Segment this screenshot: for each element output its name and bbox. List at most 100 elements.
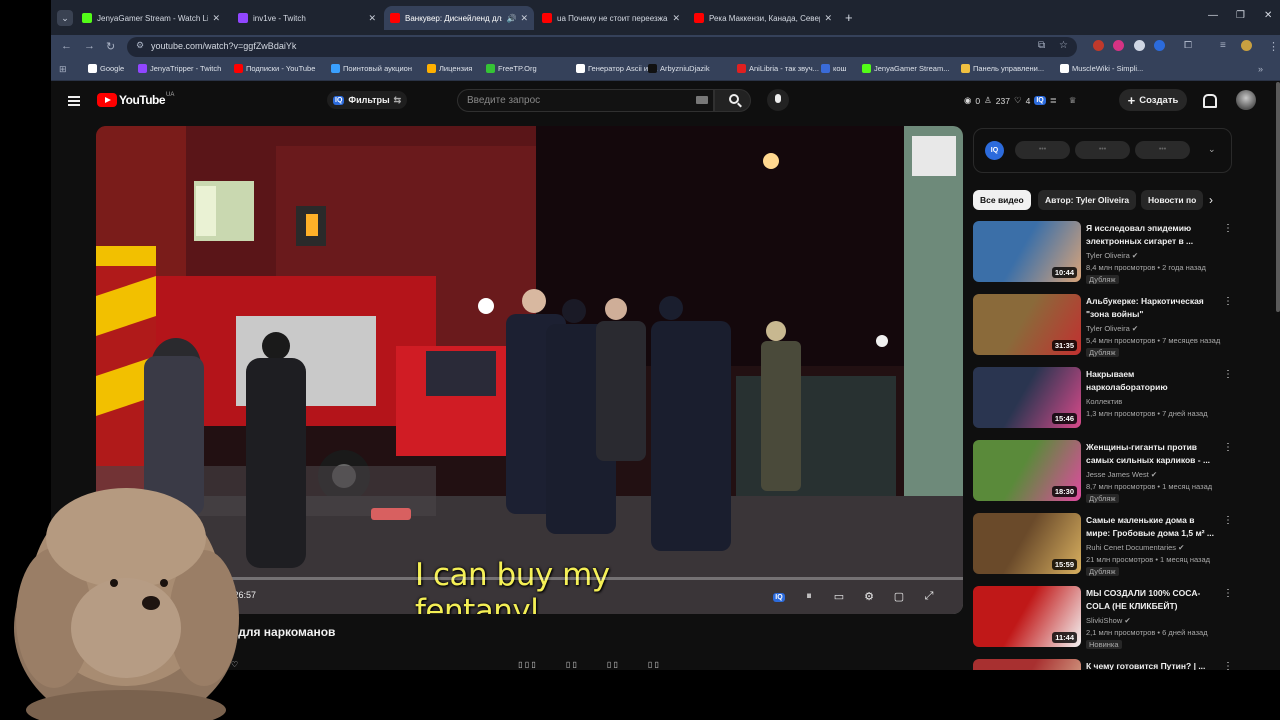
maximize-icon[interactable]: ❐ bbox=[1236, 10, 1245, 21]
reload-icon[interactable]: ↻ bbox=[106, 40, 115, 53]
forward-icon[interactable]: → bbox=[84, 40, 95, 52]
medal-icon[interactable]: ♕ bbox=[1069, 95, 1077, 106]
close-window-icon[interactable]: ✕ bbox=[1264, 10, 1272, 21]
settings-gear-icon[interactable]: ⚙ bbox=[860, 590, 878, 603]
profile-avatar-icon[interactable] bbox=[1241, 40, 1252, 51]
url-text[interactable]: youtube.com/watch?v=ggfZwBdaiYk bbox=[151, 41, 296, 51]
bookmark-item[interactable]: кош bbox=[821, 64, 847, 73]
chip-author[interactable]: Автор: Tyler Oliveira bbox=[1038, 190, 1137, 210]
bookmark-item[interactable]: JenyaTripper - Twitch bbox=[138, 64, 221, 73]
extensions-puzzle-icon[interactable]: ⧠ bbox=[1184, 40, 1192, 51]
video-title-link[interactable]: Самые маленькие дома в мире: Гробовые до… bbox=[1086, 514, 1216, 540]
voice-search-button[interactable] bbox=[767, 89, 789, 111]
guide-menu-icon[interactable] bbox=[68, 96, 80, 108]
video-thumbnail[interactable]: 15:59 bbox=[973, 513, 1081, 574]
bookmark-item[interactable]: AniLibria - так звуч... bbox=[737, 64, 819, 73]
new-tab-button[interactable]: + bbox=[845, 10, 853, 25]
recommended-video[interactable]: 15:59 Самые маленькие дома в мире: Гробов… bbox=[973, 513, 1233, 579]
channel-name[interactable]: SlivkiShow ✔ bbox=[1086, 616, 1131, 625]
browser-tab[interactable]: inv1ve - Twitch ✕ bbox=[232, 6, 382, 30]
channel-name[interactable]: Tyler Oliveira ✔ bbox=[1086, 251, 1138, 260]
recommended-video[interactable]: 11:44 МЫ СОЗДАЛИ 100% COCA-COLA (НЕ КЛИКБ… bbox=[973, 586, 1233, 652]
filters-button[interactable]: IQ Фильтры ⇆ bbox=[327, 91, 408, 109]
video-title-link[interactable]: К чему готовится Путин? | ... bbox=[1086, 660, 1216, 670]
video-thumbnail[interactable] bbox=[973, 659, 1081, 670]
recommended-video[interactable]: 31:35 Альбукерке: Наркотическая "зона вой… bbox=[973, 294, 1233, 360]
site-info-icon[interactable]: ⚙ bbox=[136, 40, 144, 51]
tab-close-icon[interactable]: ✕ bbox=[824, 13, 832, 24]
theater-mode-icon[interactable]: ▢ bbox=[890, 590, 908, 603]
keyboard-icon[interactable] bbox=[696, 96, 708, 104]
extension-icon-3[interactable] bbox=[1134, 40, 1145, 51]
action-placeholder-4[interactable]: ▯ ▯ bbox=[648, 660, 659, 669]
bookmark-item[interactable]: ArbyzniuDjazik bbox=[648, 64, 710, 73]
scrollbar[interactable] bbox=[1276, 82, 1280, 312]
bookmark-item[interactable]: Лицензия bbox=[427, 64, 472, 73]
bookmark-item[interactable]: Генератор Ascii из... bbox=[576, 64, 658, 73]
video-title-link[interactable]: Альбукерке: Наркотическая "зона войны" bbox=[1086, 295, 1216, 321]
video-title-link[interactable]: МЫ СОЗДАЛИ 100% COCA-COLA (НЕ КЛИКБЕЙТ) bbox=[1086, 587, 1216, 613]
chip-news[interactable]: Новости по bbox=[1141, 190, 1204, 210]
bookmark-item[interactable]: MuscleWiki - Simpli... bbox=[1060, 64, 1143, 73]
more-bookmarks-icon[interactable]: » bbox=[1258, 64, 1263, 74]
bookmark-item[interactable]: FreeTP.Org bbox=[486, 64, 537, 73]
extension-pill-3[interactable]: ••• bbox=[1135, 141, 1190, 159]
account-avatar[interactable] bbox=[1236, 90, 1256, 110]
bookmark-item[interactable]: Google bbox=[88, 64, 124, 73]
extension-pill-1[interactable]: ••• bbox=[1015, 141, 1070, 159]
more-actions-icon[interactable]: ⋮ bbox=[1223, 442, 1233, 453]
sidebar-icon[interactable]: ≡ bbox=[1220, 40, 1226, 51]
iq-logo-icon[interactable]: IQ bbox=[985, 141, 1004, 160]
tab-close-icon[interactable]: ✕ bbox=[368, 13, 376, 24]
more-actions-icon[interactable]: ⋮ bbox=[1223, 588, 1233, 599]
more-actions-icon[interactable]: ⋮ bbox=[1223, 296, 1233, 307]
youtube-logo[interactable]: YouTube UA bbox=[97, 92, 174, 107]
video-title-link[interactable]: Женщины-гиганты против самых сильных кар… bbox=[1086, 441, 1216, 467]
channel-name[interactable]: Коллектив bbox=[1086, 397, 1122, 406]
extension-icon-1[interactable] bbox=[1093, 40, 1104, 51]
back-icon[interactable]: ← bbox=[61, 40, 72, 52]
browser-tab[interactable]: ua Почему не стоит переезжа ✕ bbox=[536, 6, 686, 30]
browser-menu-icon[interactable]: ⋮ bbox=[1268, 40, 1279, 53]
minimize-icon[interactable]: — bbox=[1208, 10, 1218, 21]
chip-all-videos[interactable]: Все видео bbox=[973, 190, 1031, 210]
video-title-link[interactable]: Я исследовал эпидемию электронных сигаре… bbox=[1086, 222, 1216, 248]
video-thumbnail[interactable]: 15:46 bbox=[973, 367, 1081, 428]
more-actions-icon[interactable]: ⋮ bbox=[1223, 661, 1233, 670]
iq-player-icon[interactable]: IQ bbox=[770, 590, 788, 602]
fullscreen-icon[interactable]: ⤢ bbox=[920, 590, 938, 603]
browser-tab[interactable]: Ванкувер: Диснейленд для 🔊 ✕ bbox=[384, 6, 534, 30]
more-actions-icon[interactable]: ⋮ bbox=[1223, 223, 1233, 234]
bookmark-item[interactable]: Подписки - YouTube bbox=[234, 64, 315, 73]
browser-tab[interactable]: Река Маккензи, Канада, Север ✕ bbox=[688, 6, 838, 30]
bookmark-item[interactable]: Поинтовый аукцион bbox=[331, 64, 412, 73]
video-title-link[interactable]: Накрываем нарколабораторию bbox=[1086, 368, 1216, 394]
extension-icon-4[interactable] bbox=[1154, 40, 1165, 51]
chevron-down-icon[interactable]: ⌄ bbox=[1208, 144, 1216, 155]
action-placeholder-2[interactable]: ▯ ▯ bbox=[566, 660, 577, 669]
more-actions-icon[interactable]: ⋮ bbox=[1223, 515, 1233, 526]
recommended-video[interactable]: К чему готовится Путин? | ... ⋮ bbox=[973, 659, 1233, 670]
video-thumbnail[interactable]: 18:30 bbox=[973, 440, 1081, 501]
extension-pill-2[interactable]: ••• bbox=[1075, 141, 1130, 159]
tab-close-icon[interactable]: ✕ bbox=[520, 13, 528, 24]
chevron-right-icon[interactable]: › bbox=[1209, 193, 1213, 207]
tab-close-icon[interactable]: ✕ bbox=[212, 13, 220, 24]
video-thumbnail[interactable]: 31:35 bbox=[973, 294, 1081, 355]
channel-name[interactable]: Tyler Oliveira ✔ bbox=[1086, 324, 1138, 333]
bookmark-item[interactable]: JenyaGamer Stream... bbox=[862, 64, 949, 73]
install-app-icon[interactable]: ⧉ bbox=[1038, 40, 1045, 51]
create-button[interactable]: + Создать bbox=[1119, 89, 1187, 111]
extension-icon-2[interactable] bbox=[1113, 40, 1124, 51]
notifications-bell-icon[interactable] bbox=[1202, 94, 1217, 108]
channel-name[interactable]: Ruhi Cenet Documentaries ✔ bbox=[1086, 543, 1184, 552]
bookmark-star-icon[interactable]: ☆ bbox=[1059, 40, 1068, 51]
more-actions-icon[interactable]: ⋮ bbox=[1223, 369, 1233, 380]
recommended-video[interactable]: 18:30 Женщины-гиганты против самых сильны… bbox=[973, 440, 1233, 506]
tab-close-icon[interactable]: ✕ bbox=[672, 13, 680, 24]
subtitles-icon[interactable]: ▭ bbox=[830, 590, 848, 603]
recommended-video[interactable]: 15:46 Накрываем нарколабораторию Коллектив… bbox=[973, 367, 1233, 433]
action-placeholder-3[interactable]: ▯ ▯ bbox=[607, 660, 618, 669]
video-thumbnail[interactable]: 10:44 bbox=[973, 221, 1081, 282]
browser-tab[interactable]: JenyaGamer Stream - Watch Li ✕ bbox=[76, 6, 226, 30]
